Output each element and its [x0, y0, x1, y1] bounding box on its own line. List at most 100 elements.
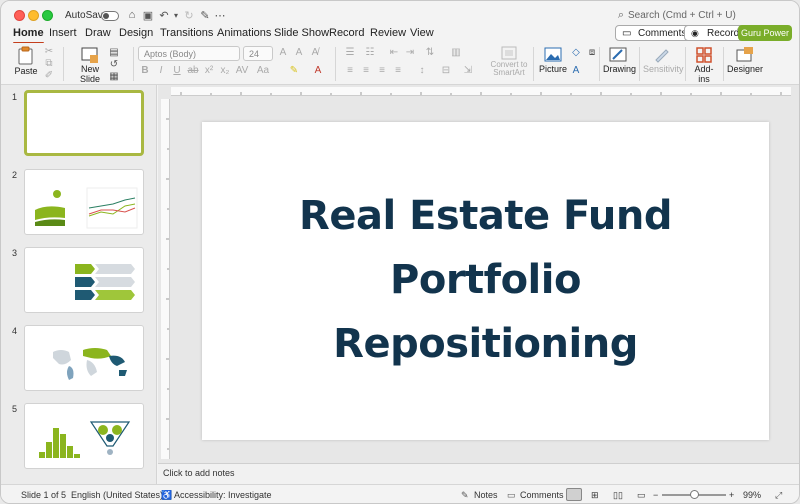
underline-icon[interactable]: U [170, 65, 184, 76]
add-ins-button[interactable]: Add-ins [689, 46, 719, 84]
increase-font-icon[interactable]: A [276, 47, 290, 58]
smartart-icon [501, 46, 517, 60]
reading-view-icon[interactable]: ▯▯ [613, 490, 623, 501]
columns-icon[interactable]: ▥ [449, 47, 463, 58]
powerpoint-window: AutoSave ⌂ ▣ ↶ ▾ ↻ ✎ ⋯ ⌕ Search (Cmd + C… [0, 0, 800, 504]
tab-design[interactable]: Design [119, 27, 153, 39]
clear-format-icon[interactable]: A̸ [308, 47, 322, 58]
home-toolbar: Paste ✂ ⧉ ✐ New Slide ▤ ↺ ▦ Aptos (Body)… [1, 43, 799, 85]
align-center-icon[interactable]: ≡ [359, 65, 373, 76]
superscript-icon[interactable]: x² [202, 65, 216, 76]
tab-transitions[interactable]: Transitions [160, 27, 213, 39]
highlight-icon[interactable]: ✎ [287, 65, 301, 76]
autosave-toggle[interactable] [101, 11, 119, 21]
numbering-icon[interactable]: ☷ [363, 47, 377, 58]
accessibility-status[interactable]: Accessibility: Investigate [174, 490, 272, 500]
drawing-button[interactable]: Drawing [603, 46, 636, 74]
tab-insert[interactable]: Insert [49, 27, 77, 39]
sensitivity-button[interactable]: Sensitivity [643, 46, 684, 74]
decrease-font-icon[interactable]: A [292, 47, 306, 58]
cut-icon[interactable]: ✂ [42, 46, 56, 57]
slide-thumbnail-1[interactable] [24, 90, 144, 156]
zoom-in-icon[interactable]: + [729, 490, 734, 500]
tab-view[interactable]: View [410, 27, 434, 39]
format-painter-icon[interactable]: ✎ [198, 9, 212, 22]
search-input[interactable]: Search (Cmd + Ctrl + U) [628, 10, 736, 21]
more-icon[interactable]: ⋯ [213, 9, 227, 22]
zoom-out-icon[interactable]: − [653, 490, 658, 500]
language-indicator[interactable]: English (United States) [71, 490, 163, 500]
current-slide[interactable]: Real Estate Fund Portfolio Repositioning [202, 122, 769, 440]
zoom-window-button[interactable] [42, 10, 53, 21]
search-icon: ⌕ [617, 9, 625, 21]
line-spacing-icon[interactable]: ↕ [415, 65, 429, 76]
comments-toggle[interactable]: Comments [520, 490, 564, 500]
copy-icon[interactable]: ⧉ [42, 58, 56, 69]
format-brush-icon[interactable]: ✐ [42, 70, 56, 81]
sensitivity-icon [655, 49, 669, 63]
designer-button[interactable]: Designer [727, 46, 763, 74]
designer-icon [736, 47, 753, 62]
thumbnail-3-preview [75, 264, 135, 300]
guru-power-button[interactable]: Guru Power [738, 25, 792, 41]
paragraph-settings-icon[interactable]: ⇲ [461, 65, 475, 76]
tab-review[interactable]: Review [370, 27, 406, 39]
notes-icon: ✎ [461, 490, 469, 500]
minimize-window-button[interactable] [28, 10, 39, 21]
tab-animations[interactable]: Animations [217, 27, 271, 39]
bold-icon[interactable]: B [138, 65, 152, 76]
save-icon[interactable]: ▣ [141, 9, 155, 22]
convert-to-smartart-button[interactable]: Convert to SmartArt [489, 45, 529, 77]
justify-icon[interactable]: ≡ [391, 65, 405, 76]
tab-home[interactable]: Home [13, 27, 44, 44]
notes-pane[interactable]: Click to add notes [158, 463, 799, 484]
subscript-icon[interactable]: x₂ [218, 65, 232, 76]
align-text-icon[interactable]: ⊟ [439, 65, 453, 76]
italic-icon[interactable]: I [154, 65, 168, 76]
slide-thumbnail-5[interactable] [24, 403, 144, 469]
thumbnail-2-preview [35, 187, 138, 229]
slide-thumbnail-4[interactable] [24, 325, 144, 391]
slideshow-view-icon[interactable]: ▭ [637, 490, 646, 501]
font-color-icon[interactable]: A [311, 65, 325, 76]
layout-icon[interactable]: ▤ [107, 47, 121, 58]
picture-button[interactable]: Picture [537, 46, 569, 74]
title-bar: AutoSave ⌂ ▣ ↶ ▾ ↻ ✎ ⋯ ⌕ Search (Cmd + C… [1, 1, 799, 23]
arrange-icon[interactable]: ⧈ [585, 47, 599, 58]
zoom-slider[interactable] [662, 490, 726, 499]
font-name-dropdown[interactable]: Aptos (Body) [138, 46, 240, 61]
close-window-button[interactable] [14, 10, 25, 21]
reset-icon[interactable]: ↺ [107, 59, 121, 70]
shapes-icon[interactable]: ◇ [569, 47, 583, 58]
slide-position: Slide 1 of 5 [21, 490, 67, 500]
textbox-icon[interactable]: A [569, 65, 583, 76]
undo-dropdown-icon[interactable]: ▾ [169, 11, 183, 20]
strikethrough-icon[interactable]: ab [186, 65, 200, 76]
increase-indent-icon[interactable]: ⇥ [403, 47, 417, 58]
section-icon[interactable]: ▦ [107, 71, 121, 82]
character-spacing-icon[interactable]: AV [235, 65, 249, 76]
new-slide-button[interactable]: New Slide [73, 46, 107, 84]
notes-toggle[interactable]: Notes [474, 490, 498, 500]
change-case-icon[interactable]: Aa [256, 65, 270, 76]
zoom-level[interactable]: 99% [743, 490, 761, 500]
paste-button[interactable]: Paste [11, 46, 41, 76]
fit-to-window-icon[interactable]: ⤢ [775, 490, 782, 501]
font-size-dropdown[interactable]: 24 [243, 46, 273, 61]
slide-sorter-icon[interactable]: ⊞ [591, 490, 599, 501]
tab-draw[interactable]: Draw [85, 27, 111, 39]
bullets-icon[interactable]: ☰ [343, 47, 357, 58]
align-right-icon[interactable]: ≡ [375, 65, 389, 76]
decrease-indent-icon[interactable]: ⇤ [387, 47, 401, 58]
home-icon[interactable]: ⌂ [125, 9, 139, 21]
slide-title[interactable]: Real Estate Fund Portfolio Repositioning [202, 184, 769, 376]
tab-slide-show[interactable]: Slide Show [274, 27, 329, 39]
normal-view-icon[interactable] [566, 488, 582, 501]
slide-thumbnail-3[interactable] [24, 247, 144, 313]
text-direction-icon[interactable]: ⇅ [423, 47, 437, 58]
zoom-slider-knob[interactable] [689, 490, 699, 499]
tab-record[interactable]: Record [329, 27, 364, 39]
slide-thumbnail-2[interactable] [24, 169, 144, 235]
redo-icon[interactable]: ↻ [182, 9, 196, 22]
align-left-icon[interactable]: ≡ [343, 65, 357, 76]
